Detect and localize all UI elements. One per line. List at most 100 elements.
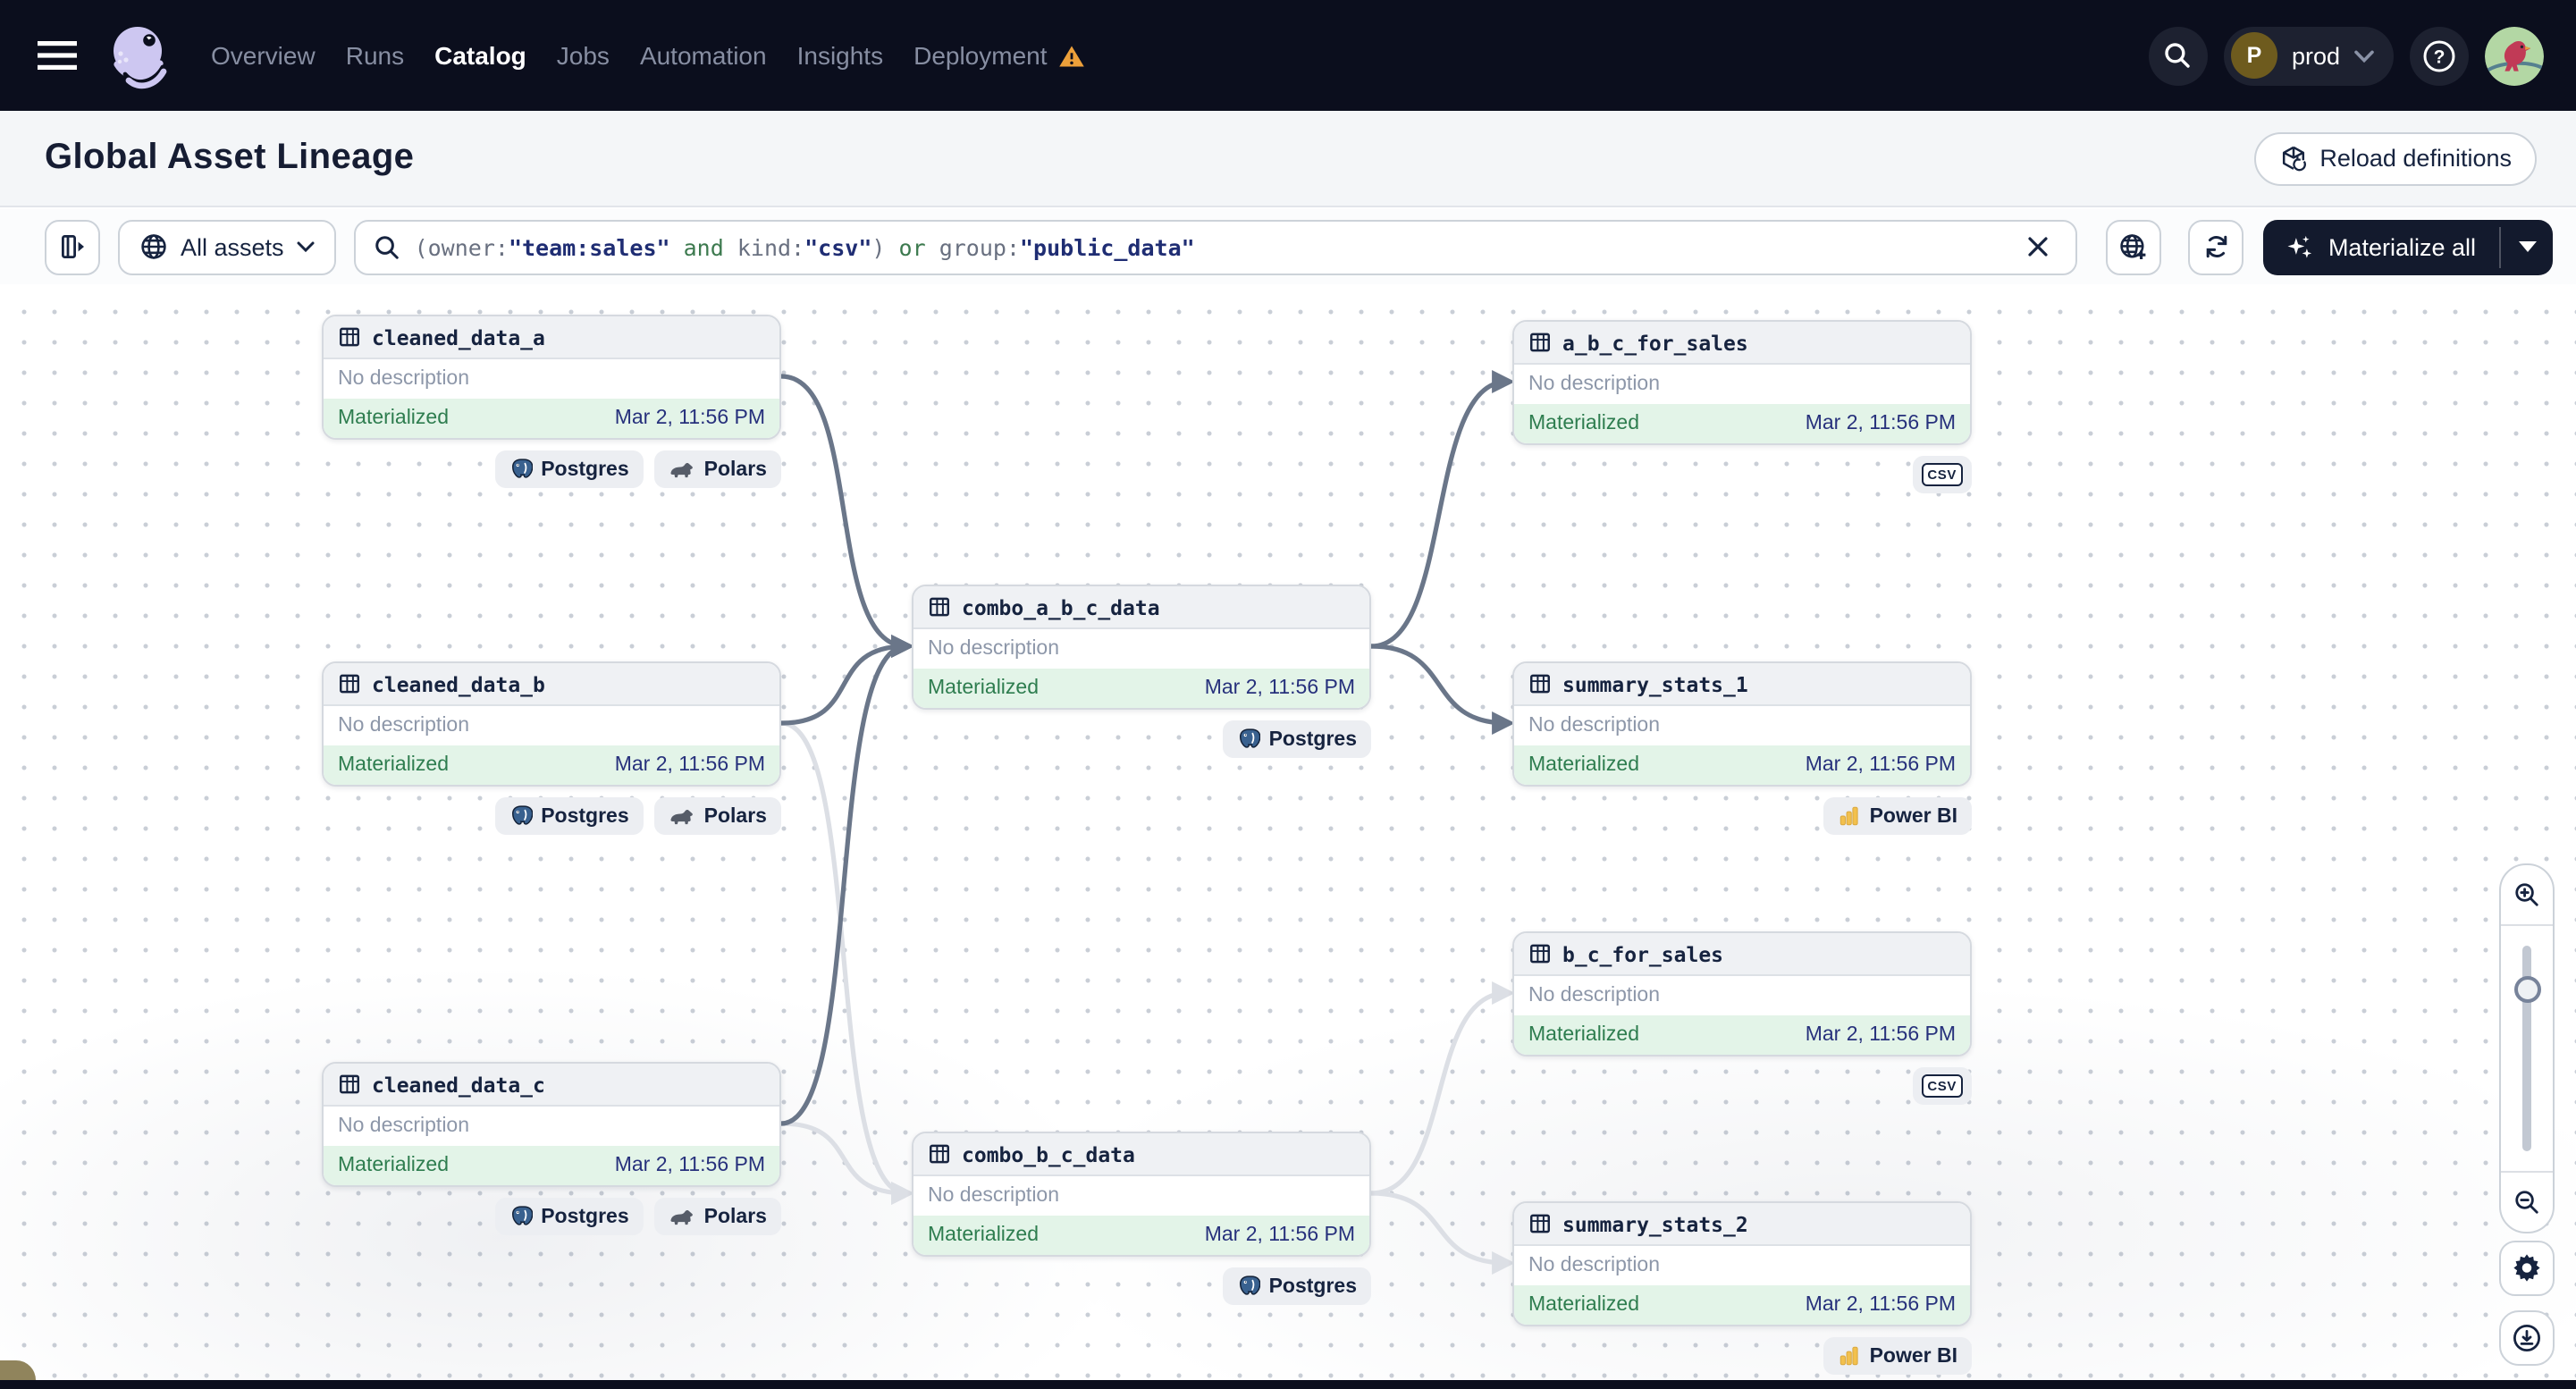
asset-status-row: Materialized Mar 2, 11:56 PM <box>324 1146 779 1185</box>
asset-filter-input[interactable]: (owner:"team:sales" and kind:"csv") or g… <box>353 219 2078 274</box>
kind-tag-power-bi[interactable]: Power BI <box>1823 797 1972 835</box>
asset-status-row: Materialized Mar 2, 11:56 PM <box>913 1216 1369 1255</box>
kind-tag-power-bi[interactable]: Power BI <box>1823 1337 1972 1375</box>
materialized-status-badge: Materialized <box>338 408 449 429</box>
kind-tag-label: Postgres <box>1268 1275 1357 1297</box>
materialization-timestamp: Mar 2, 11:56 PM <box>1805 1024 1956 1046</box>
asset-name: combo_b_c_data <box>962 1141 1135 1166</box>
asset-description: No description <box>1528 374 1661 395</box>
zoom-slider-track[interactable] <box>2513 946 2540 1151</box>
asset-node-header: a_b_c_for_sales <box>1514 322 1970 365</box>
dagster-logo-icon[interactable] <box>104 20 175 91</box>
table-icon <box>1530 1214 1550 1233</box>
table-icon <box>1530 944 1550 964</box>
asset-node-b_c_for_sales[interactable]: b_c_for_sales No description Materialized M… <box>1512 931 1972 1056</box>
kind-tag-label: Postgres <box>541 1206 629 1227</box>
asset-node-cleaned_data_c[interactable]: cleaned_data_c No description Materialized… <box>322 1062 781 1187</box>
kind-tag-csv[interactable]: CSV <box>1912 1067 1972 1105</box>
deployment-switcher[interactable]: P prod <box>2223 26 2394 85</box>
table-icon <box>340 1074 359 1094</box>
asset-node-combo_b_c_data[interactable]: combo_b_c_data No description Materialized… <box>912 1132 1371 1257</box>
kind-tags-row: CSV <box>1512 456 1972 493</box>
download-button[interactable] <box>2499 1310 2555 1366</box>
csv-icon: CSV <box>1921 463 1963 486</box>
user-avatar[interactable] <box>2485 26 2544 85</box>
asset-description: No description <box>928 638 1060 660</box>
materialize-options-button[interactable] <box>2501 219 2553 274</box>
refresh-button[interactable] <box>2188 219 2244 274</box>
materialize-all-main[interactable]: Materialize all <box>2264 219 2499 274</box>
nav-item-automation[interactable]: Automation <box>640 41 767 70</box>
kind-tags-row: CSV <box>1512 1067 1972 1105</box>
new-catalog-view-button[interactable] <box>2106 219 2162 274</box>
zoom-in-button[interactable] <box>2501 865 2553 926</box>
refresh-icon <box>2206 235 2227 258</box>
kind-tag-postgres[interactable]: Postgres <box>494 797 644 835</box>
top-nav: Overview Runs Catalog Jobs Automation Insight… <box>0 0 2576 111</box>
kind-tags-row: Postgres Polars <box>322 797 781 835</box>
powerbi-icon <box>1839 806 1858 826</box>
nav-item-label: Runs <box>345 41 405 70</box>
query-token: kind: <box>737 233 805 260</box>
nav-item-label: Deployment <box>913 41 1048 70</box>
search-icon <box>2166 43 2191 68</box>
asset-node-cleaned_data_a[interactable]: cleaned_data_a No description Materialized… <box>322 315 781 440</box>
asset-name: summary_stats_1 <box>1562 671 1748 696</box>
kind-tag-polars[interactable]: Polars <box>653 450 781 488</box>
nav-item-runs[interactable]: Runs <box>346 41 404 70</box>
zoom-slider[interactable] <box>2501 926 2553 1171</box>
asset-name: combo_a_b_c_data <box>962 594 1160 619</box>
materialize-all-button[interactable]: Materialize all <box>2263 219 2553 274</box>
caret-down-icon <box>2518 241 2536 252</box>
kind-tag-label: Polars <box>703 459 767 480</box>
asset-name: a_b_c_for_sales <box>1562 330 1748 355</box>
asset-name: cleaned_data_c <box>372 1072 545 1097</box>
sparkle-icon <box>2288 234 2313 257</box>
lineage-edge-cleaned_data_c-to-combo_a_b_c_data <box>779 635 915 1126</box>
chevron-down-icon <box>2354 49 2374 62</box>
lineage-canvas[interactable]: cleaned_data_a No description Materialized… <box>0 284 2576 1389</box>
menu-button[interactable] <box>36 34 79 77</box>
nav-item-jobs[interactable]: Jobs <box>557 41 610 70</box>
zoom-out-icon <box>2515 1191 2538 1214</box>
asset-scope-dropdown[interactable]: All assets <box>118 219 336 274</box>
settings-button[interactable] <box>2499 1241 2555 1296</box>
kind-tag-label: Postgres <box>541 805 629 827</box>
asset-node-a_b_c_for_sales[interactable]: a_b_c_for_sales No description Materialize… <box>1512 320 1972 445</box>
postgres-icon <box>1239 1275 1260 1295</box>
kind-tag-polars[interactable]: Polars <box>653 1198 781 1235</box>
clear-filter-button[interactable] <box>2019 227 2058 266</box>
open-side-panel-button[interactable] <box>45 219 100 274</box>
kind-tag-csv[interactable]: CSV <box>1912 456 1972 493</box>
asset-node-summary_stats_1[interactable]: summary_stats_1 No description Materialize… <box>1512 661 1972 787</box>
search-button[interactable] <box>2148 26 2208 85</box>
asset-node-cleaned_data_b[interactable]: cleaned_data_b No description Materialized… <box>322 661 781 787</box>
nav-item-insights[interactable]: Insights <box>797 41 884 70</box>
kind-tag-postgres[interactable]: Postgres <box>494 1198 644 1235</box>
zoom-slider-handle[interactable] <box>2513 976 2540 1003</box>
reload-definitions-button[interactable]: Reload definitions <box>2253 131 2537 185</box>
asset-node-summary_stats_2[interactable]: summary_stats_2 No description Materialize… <box>1512 1201 1972 1326</box>
kind-tag-label: Power BI <box>1869 1345 1957 1367</box>
help-icon: ? <box>2423 39 2455 72</box>
expand-panel-icon <box>61 235 83 259</box>
materialized-status-badge: Materialized <box>1528 413 1639 434</box>
kind-tags-row: Postgres <box>912 720 1371 758</box>
kind-tag-postgres[interactable]: Postgres <box>1222 720 1371 758</box>
kind-tag-polars[interactable]: Polars <box>653 797 781 835</box>
kind-tag-postgres[interactable]: Postgres <box>1222 1267 1371 1305</box>
nav-item-catalog[interactable]: Catalog <box>434 41 526 70</box>
kind-tags-row: Power BI <box>1512 1337 1972 1375</box>
asset-status-row: Materialized Mar 2, 11:56 PM <box>1514 745 1970 785</box>
nav-item-overview[interactable]: Overview <box>211 41 316 70</box>
kind-tags-row: Postgres Polars <box>322 450 781 488</box>
kind-tag-postgres[interactable]: Postgres <box>494 450 644 488</box>
zoom-out-button[interactable] <box>2501 1171 2553 1232</box>
asset-node-header: cleaned_data_b <box>324 663 779 706</box>
asset-node-combo_a_b_c_data[interactable]: combo_a_b_c_data No description Materializ… <box>912 585 1371 710</box>
materialization-timestamp: Mar 2, 11:56 PM <box>614 408 765 429</box>
query-token: ) <box>871 233 899 260</box>
nav-item-deployment[interactable]: Deployment <box>913 41 1084 70</box>
postgres-icon <box>511 1206 533 1225</box>
help-button[interactable]: ? <box>2410 26 2469 85</box>
